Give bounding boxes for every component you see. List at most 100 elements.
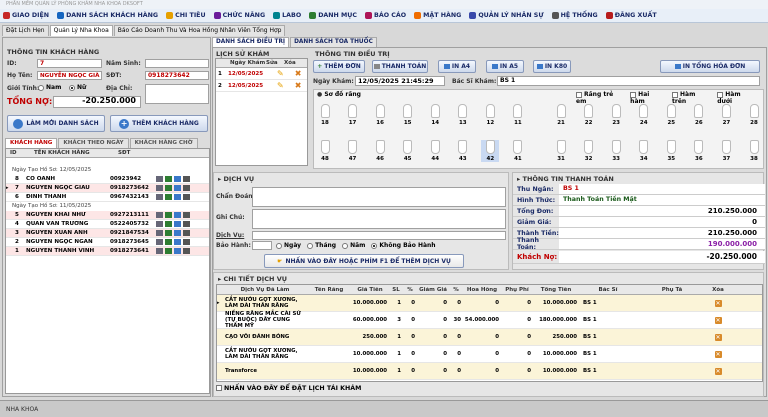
tooth-21[interactable]: 21 (552, 104, 570, 126)
tooth-36[interactable]: 36 (690, 140, 708, 162)
tooth-44[interactable]: 44 (426, 140, 444, 162)
edit-icon[interactable] (174, 221, 181, 227)
warranty-option-0[interactable]: Ngày (276, 242, 301, 249)
detail-row[interactable]: CẠO VÔI ĐÁNH BÓNG 250.000 1 0 0 0 0 0 250.000 BS … (217, 329, 762, 346)
tooth-32[interactable]: 32 (580, 140, 598, 162)
customer-tab-1[interactable]: KHÁCH THEO NGÀY (58, 138, 129, 148)
print-icon[interactable] (183, 212, 190, 218)
address-field[interactable] (145, 84, 209, 104)
add-order-button[interactable]: + THÊM ĐƠN (313, 60, 365, 73)
delete-icon[interactable]: ✕ (707, 367, 729, 375)
tooth-14[interactable]: 14 (426, 104, 444, 126)
gender-female[interactable]: Nữ (69, 84, 86, 91)
name-field[interactable]: NGUYỄN NGỌC GIÀ (37, 71, 102, 80)
history-row[interactable]: 1 12/05/2025 ✎ ✖ (216, 68, 307, 80)
refresh-list-button[interactable]: LÀM MỚI DANH SÁCH (7, 115, 105, 132)
tooth-38[interactable]: 38 (745, 140, 763, 162)
menu-item-8[interactable]: QUẢN LÝ NHÂN SỰ (469, 12, 544, 19)
edit-icon[interactable] (174, 176, 181, 182)
tooth-42[interactable]: 42 (481, 140, 500, 162)
birth-field[interactable] (145, 59, 209, 68)
edit-icon[interactable] (174, 194, 181, 200)
tooth-18[interactable]: 18 (316, 104, 334, 126)
print-icon[interactable] (183, 185, 190, 191)
tooth-27[interactable]: 27 (717, 104, 735, 126)
delete-icon[interactable]: ✕ (707, 316, 729, 324)
edit-icon[interactable]: ✎ (271, 69, 289, 78)
group-row[interactable]: Ngày Tạo Hồ Sơ: 12/05/2025 (6, 166, 209, 175)
tooth-47[interactable]: 47 (344, 140, 362, 162)
table-row[interactable]: 4 QUAN VĂN TRƯỜNG 0522405732 (6, 220, 209, 229)
table-row[interactable]: 8 CÔ OANH 00923942 (6, 175, 209, 184)
menu-item-4[interactable]: LABO (273, 12, 301, 19)
tooth-22[interactable]: 22 (580, 104, 598, 126)
detail-row[interactable]: CẮT NƯỚU GỌT XƯƠNG, LÀM DÀI THÂN RĂNG 10.… (217, 346, 762, 363)
tooth-31[interactable]: 31 (552, 140, 570, 162)
doctor-select[interactable]: BS 1 (497, 76, 760, 86)
detail-row[interactable]: Transforce 10.000.000 1 0 0 0 0 0 10.000.000 BS 1… (217, 363, 762, 380)
tooth-43[interactable]: 43 (454, 140, 472, 162)
print-icon[interactable] (183, 239, 190, 245)
view-icon[interactable] (156, 194, 163, 200)
tooth-24[interactable]: 24 (635, 104, 653, 126)
detail-row[interactable]: NIỀNG RĂNG MẮC CÀI SỨ (TỰ BUỘC) DÂY CUNG… (217, 311, 762, 329)
customer-tab-0[interactable]: KHÁCH HÀNG (5, 138, 58, 148)
view-icon[interactable] (156, 239, 163, 245)
tooth-11[interactable]: 11 (509, 104, 527, 126)
add-icon[interactable] (165, 212, 172, 218)
print-icon[interactable] (183, 176, 190, 182)
table-row[interactable]: 6 ĐINH THANH 0967432143 (6, 193, 209, 202)
teeth-option-3[interactable]: Hàm dưới (717, 91, 753, 105)
top-tab-1[interactable]: Quản Lý Nha Khoa (49, 25, 113, 36)
menu-item-0[interactable]: GIAO DIỆN (3, 12, 49, 19)
menu-item-2[interactable]: CHI TIÊU (166, 12, 206, 19)
delete-icon[interactable]: ✖ (289, 69, 307, 78)
gender-male[interactable]: Nam (38, 84, 61, 91)
tooth-16[interactable]: 16 (371, 104, 389, 126)
menu-item-5[interactable]: DANH MỤC (309, 12, 357, 19)
add-icon[interactable] (165, 221, 172, 227)
table-row[interactable]: 5 NGUYỄN KHẢI NHƯ 0927213111 (6, 211, 209, 220)
print-icon[interactable] (183, 230, 190, 236)
warranty-field[interactable] (252, 241, 272, 250)
view-icon[interactable] (156, 230, 163, 236)
tooth-35[interactable]: 35 (662, 140, 680, 162)
detail-row[interactable]: ▸ CẮT NƯỚU GỌT XƯƠNG, LÀM DÀI THÂN RĂNG 10… (217, 295, 762, 312)
edit-icon[interactable] (174, 248, 181, 254)
print-icon[interactable] (183, 194, 190, 200)
tooth-34[interactable]: 34 (635, 140, 653, 162)
menu-item-1[interactable]: DANH SÁCH KHÁCH HÀNG (57, 12, 158, 19)
add-icon[interactable] (165, 239, 172, 245)
print-icon[interactable] (183, 221, 190, 227)
print-a4-button[interactable]: IN A4 (438, 60, 476, 73)
menu-item-7[interactable]: MẶT HÀNG (414, 12, 461, 19)
tooth-41[interactable]: 41 (509, 140, 527, 162)
add-customer-button[interactable]: + THÊM KHÁCH HÀNG (110, 115, 208, 132)
paid-field[interactable]: 190.000.000 (559, 239, 765, 249)
tooth-37[interactable]: 37 (717, 140, 735, 162)
menu-item-9[interactable]: HỆ THỐNG (551, 12, 598, 19)
tab-prescription-list[interactable]: DANH SÁCH TOA THUỐC (290, 37, 377, 47)
print-k80-button[interactable]: IN K80 (533, 60, 571, 73)
edit-icon[interactable]: ✎ (271, 81, 289, 90)
delete-icon[interactable]: ✖ (289, 81, 307, 90)
view-icon[interactable] (156, 176, 163, 182)
note-field[interactable] (252, 209, 506, 229)
customer-tab-2[interactable]: KHÁCH HÀNG CHỜ (129, 138, 198, 148)
tooth-26[interactable]: 26 (690, 104, 708, 126)
add-icon[interactable] (165, 185, 172, 191)
view-icon[interactable] (156, 248, 163, 254)
add-icon[interactable] (165, 194, 172, 200)
tooth-33[interactable]: 33 (607, 140, 625, 162)
menu-item-3[interactable]: CHỨC NĂNG (213, 12, 265, 19)
delete-icon[interactable]: ✕ (707, 350, 729, 358)
edit-icon[interactable] (174, 212, 181, 218)
table-row[interactable]: 1 NGUYỄN THANH VINH 0918273641 (6, 247, 209, 256)
add-service-button[interactable]: ☛ NHẤN VÀO ĐÂY HOẶC PHÍM F1 ĐỂ THÊM DỊCH … (264, 254, 464, 268)
tooth-48[interactable]: 48 (316, 140, 334, 162)
warranty-option-3[interactable]: Không Bảo Hành (371, 242, 436, 249)
teeth-option-1[interactable]: Hai hàm (630, 91, 662, 105)
service-select[interactable] (252, 231, 506, 240)
delete-icon[interactable]: ✕ (707, 333, 729, 341)
top-tab-2[interactable]: Báo Cáo Doanh Thu Và Hoa Hồng Nhân Viên … (113, 25, 286, 36)
